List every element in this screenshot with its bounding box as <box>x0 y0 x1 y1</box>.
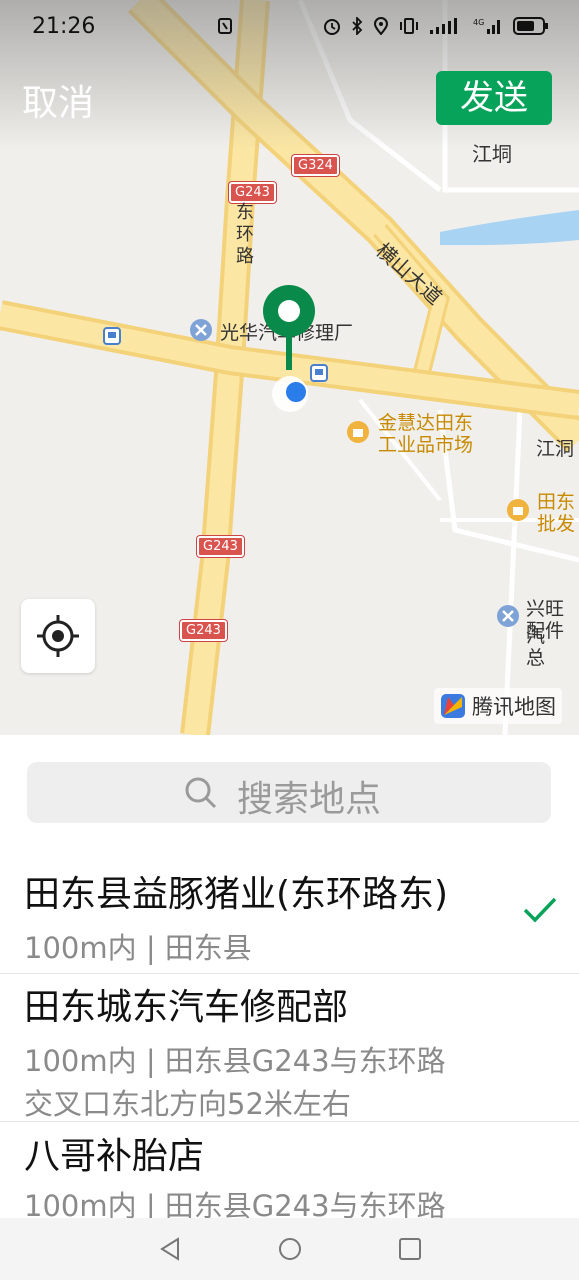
wrench-poi-icon <box>190 319 212 341</box>
location-sheet: 搜索地点 田东县益豚猪业(东环路东) 100m内 | 田东县 田东城东汽车修配部… <box>0 735 579 1223</box>
status-icons: 4G <box>217 16 549 36</box>
map-label-jiangtong: 江垌 <box>472 142 512 166</box>
g243-road-sign: G243 <box>197 536 244 557</box>
back-icon[interactable] <box>158 1236 182 1262</box>
result-title: 八哥补胎店 <box>24 1136 205 1177</box>
result-title: 田东城东汽车修配部 <box>24 987 349 1028</box>
home-icon[interactable] <box>277 1236 303 1262</box>
map-label-jiangdong: 江洞 <box>536 438 575 460</box>
g324-road-sign: G324 <box>292 155 339 176</box>
result-subtitle: 100m内 | 田东县 <box>24 931 252 965</box>
search-icon <box>185 777 217 809</box>
status-time: 21:26 <box>32 14 96 39</box>
list-item[interactable]: 田东城东汽车修配部 100m内 | 田东县G243与东环路 交叉口东北方向52米… <box>0 973 579 1121</box>
shop-poi-icon <box>347 421 369 443</box>
wifi-signal-icon <box>430 18 457 34</box>
result-subtitle-line2: 交叉口东北方向52米左右 <box>24 1087 351 1121</box>
vibrate-icon <box>400 18 418 34</box>
map-brand-logo: 腾讯地图 <box>434 688 562 724</box>
location-icon <box>373 17 389 35</box>
svg-text:4G: 4G <box>473 18 484 27</box>
recents-icon[interactable] <box>398 1237 422 1261</box>
bus-stop-icon <box>103 327 121 345</box>
shop-poi-icon <box>507 499 529 521</box>
brand-label: 腾讯地图 <box>472 695 556 719</box>
result-title: 田东县益豚猪业(东环路东) <box>24 874 449 915</box>
crosshair-icon <box>37 615 79 657</box>
checkmark-icon <box>523 897 557 923</box>
battery-icon <box>513 17 548 35</box>
my-location-button[interactable] <box>21 599 95 673</box>
tencent-map-icon <box>441 694 465 718</box>
map-label-donghuanlu: 东环路 <box>236 202 254 267</box>
system-nav-bar <box>0 1218 579 1280</box>
search-input[interactable]: 搜索地点 <box>27 762 551 823</box>
search-placeholder: 搜索地点 <box>237 779 382 820</box>
bluetooth-icon <box>352 17 363 35</box>
list-item[interactable]: 八哥补胎店 100m内 | 田东县G243与东环路 <box>0 1121 579 1223</box>
g243-road-sign: G243 <box>180 620 227 641</box>
map-label-jinhuida-line2: 工业品市场 <box>378 434 474 456</box>
status-bar: 21:26 4G <box>0 0 579 58</box>
4g-signal-icon: 4G <box>473 18 500 34</box>
alarm-icon <box>324 19 340 35</box>
g243-road-sign: G243 <box>229 182 276 203</box>
cancel-button[interactable]: 取消 <box>22 74 94 126</box>
nfc-icon <box>218 18 232 34</box>
location-pin-icon[interactable] <box>262 284 318 412</box>
list-item[interactable]: 田东县益豚猪业(东环路东) 100m内 | 田东县 <box>0 855 579 973</box>
result-subtitle: 100m内 | 田东县G243与东环路 <box>24 1044 446 1078</box>
send-button[interactable]: 发送 <box>436 71 552 125</box>
wrench-poi-icon <box>497 605 519 627</box>
map-label-xingwang-line2: 配件总 <box>526 620 565 669</box>
map-label-tiandong-line2: 批发 <box>537 513 576 535</box>
